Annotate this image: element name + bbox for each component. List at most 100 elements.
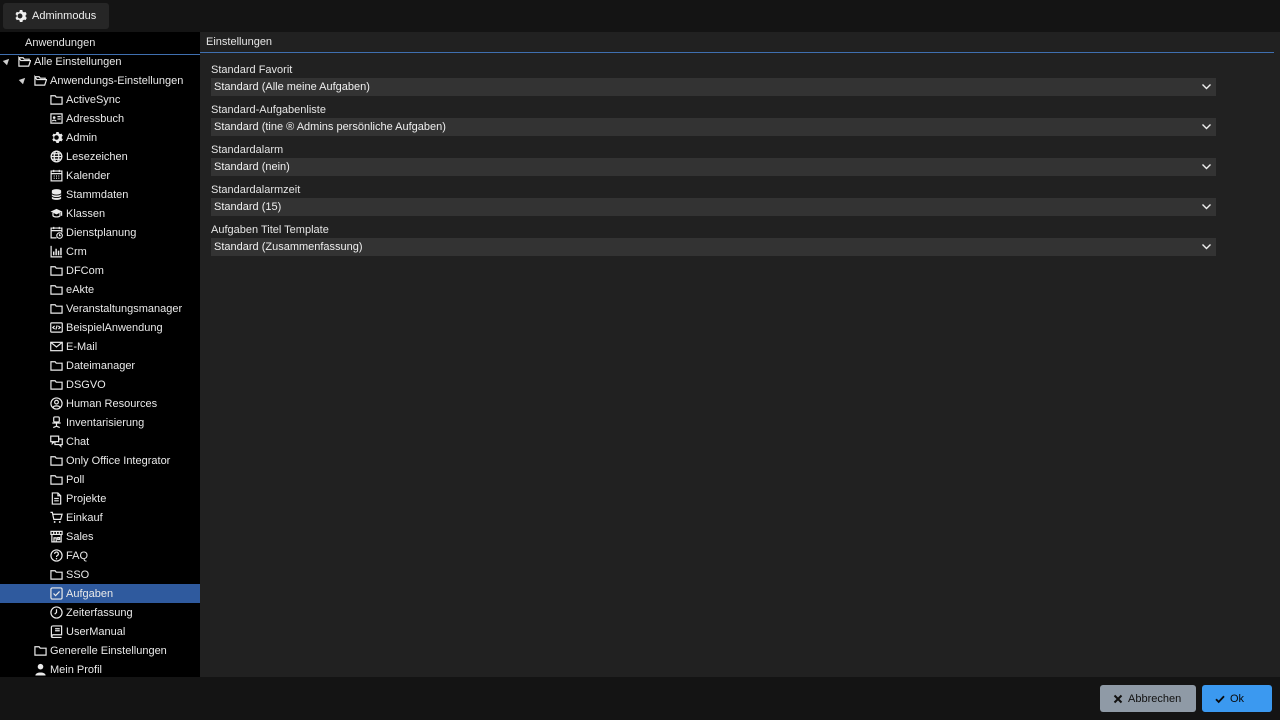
tree-item-anwendungs-einstellungen[interactable]: Anwendungs-Einstellungen xyxy=(0,71,200,90)
tree-item-label: FAQ xyxy=(66,549,89,562)
tree-item-label: Admin xyxy=(66,131,98,144)
sidebar-item-e-mail[interactable]: E-Mail xyxy=(0,337,200,356)
cancel-button[interactable]: Abbrechen xyxy=(1100,685,1196,712)
setting-select-standard-favorit[interactable]: Standard (Alle meine Aufgaben) xyxy=(211,78,1216,96)
sidebar-item-veranstaltungsmanager[interactable]: Veranstaltungsmanager xyxy=(0,299,200,318)
sidebar-item-kalender[interactable]: Kalender xyxy=(0,166,200,185)
sidebar-item-dsgvo[interactable]: DSGVO xyxy=(0,375,200,394)
sidebar-item-usermanual[interactable]: UserManual xyxy=(0,622,200,641)
tree-item-label: Projekte xyxy=(66,492,107,505)
tree-item-label: Only Office Integrator xyxy=(66,454,171,467)
setting-select-standard-aufgabenliste[interactable]: Standard (tine ® Admins persönliche Aufg… xyxy=(211,118,1216,136)
tree-item-label: Zeiterfassung xyxy=(66,606,133,619)
sidebar-item-poll[interactable]: Poll xyxy=(0,470,200,489)
sidebar-item-only-office-integrator[interactable]: Only Office Integrator xyxy=(0,451,200,470)
calendar-clock-icon xyxy=(49,225,63,239)
graduation-cap-icon xyxy=(49,206,63,220)
ok-button[interactable]: Ok xyxy=(1202,685,1272,712)
bar-chart-icon xyxy=(49,244,63,258)
sidebar-item-crm[interactable]: Crm xyxy=(0,242,200,261)
sidebar-item-adressbuch[interactable]: Adressbuch xyxy=(0,109,200,128)
office-chair-icon xyxy=(49,415,63,429)
sidebar-item-sales[interactable]: Sales xyxy=(0,527,200,546)
tree-expand-arrow-icon[interactable] xyxy=(2,56,12,66)
tree-item-label: BeispielAnwendung xyxy=(66,321,163,334)
setting-select-standardalarm[interactable]: Standard (nein) xyxy=(211,158,1216,176)
chevron-down-icon[interactable] xyxy=(1201,81,1212,92)
folder-open-icon xyxy=(33,73,47,87)
tree-item-label: Poll xyxy=(66,473,85,486)
chevron-down-icon[interactable] xyxy=(1201,241,1212,252)
tree-item-label: Stammdaten xyxy=(66,188,129,201)
tree-item-label: E-Mail xyxy=(66,340,98,353)
folder-icon xyxy=(49,377,63,391)
close-icon xyxy=(1113,694,1123,704)
tree-item-label: DSGVO xyxy=(66,378,106,391)
globe-icon xyxy=(49,149,63,163)
footer-bar: Abbrechen Ok xyxy=(0,677,1280,720)
folder-icon xyxy=(33,643,47,657)
admin-mode-button[interactable]: Adminmodus xyxy=(3,3,109,29)
sidebar-item-dfcom[interactable]: DFCom xyxy=(0,261,200,280)
setting-select-aufgaben-titel-template[interactable]: Standard (Zusammenfassung) xyxy=(211,238,1216,256)
tree-item-label: ActiveSync xyxy=(66,93,121,106)
main-panel: Einstellungen Standard Favorit Standard (… xyxy=(200,32,1280,677)
admin-mode-label: Adminmodus xyxy=(32,10,97,22)
sidebar-item-dienstplanung[interactable]: Dienstplanung xyxy=(0,223,200,242)
select-value: Standard (nein) xyxy=(214,161,290,173)
sidebar-item-activesync[interactable]: ActiveSync xyxy=(0,90,200,109)
shopping-cart-icon xyxy=(49,510,63,524)
sidebar-item-human-resources[interactable]: Human Resources xyxy=(0,394,200,413)
tree-item-label: UserManual xyxy=(66,625,126,638)
chevron-down-icon[interactable] xyxy=(1201,201,1212,212)
chevron-down-icon[interactable] xyxy=(1201,121,1212,132)
sidebar-item-beispielanwendung[interactable]: BeispielAnwendung xyxy=(0,318,200,337)
tree-item-label: Einkauf xyxy=(66,511,103,524)
question-circle-icon xyxy=(49,548,63,562)
code-window-icon xyxy=(49,320,63,334)
field-label: Standard Favorit xyxy=(211,64,293,76)
sidebar-item-sso[interactable]: SSO xyxy=(0,565,200,584)
checkmark-icon xyxy=(1215,694,1225,704)
document-icon xyxy=(49,491,63,505)
sidebar-item-zeiterfassung[interactable]: Zeiterfassung xyxy=(0,603,200,622)
setting-select-standardalarmzeit[interactable]: Standard (15) xyxy=(211,198,1216,216)
sidebar-item-chat[interactable]: Chat xyxy=(0,432,200,451)
cancel-label: Abbrechen xyxy=(1128,692,1182,705)
field-label: Standardalarm xyxy=(211,144,284,156)
folder-icon xyxy=(49,263,63,277)
setting-field-standardalarmzeit: Standardalarmzeit Standard (15) xyxy=(211,182,1216,216)
tree-expand-arrow-icon[interactable] xyxy=(18,75,28,85)
tree-item-label: Dateimanager xyxy=(66,359,136,372)
sidebar-item-dateimanager[interactable]: Dateimanager xyxy=(0,356,200,375)
sidebar-item-projekte[interactable]: Projekte xyxy=(0,489,200,508)
checkbox-icon xyxy=(49,586,63,600)
tree-item-label: Crm xyxy=(66,245,87,258)
tree-item-label: Generelle Einstellungen xyxy=(50,644,167,657)
sidebar-item-aufgaben[interactable]: Aufgaben xyxy=(0,584,200,603)
sidebar-item-inventarisierung[interactable]: Inventarisierung xyxy=(0,413,200,432)
sidebar-item-einkauf[interactable]: Einkauf xyxy=(0,508,200,527)
folder-icon xyxy=(49,472,63,486)
tree-item-label: Aufgaben xyxy=(66,587,114,600)
tree-item-label: Veranstaltungsmanager xyxy=(66,302,183,315)
sidebar-item-admin[interactable]: Admin xyxy=(0,128,200,147)
tree-item-generelle-einstellungen[interactable]: Generelle Einstellungen xyxy=(0,641,200,660)
folder-icon xyxy=(49,453,63,467)
sidebar-item-stammdaten[interactable]: Stammdaten xyxy=(0,185,200,204)
sidebar-item-faq[interactable]: FAQ xyxy=(0,546,200,565)
tree-item-label: Adressbuch xyxy=(66,112,125,125)
sidebar-item-klassen[interactable]: Klassen xyxy=(0,204,200,223)
sidebar: Anwendungen Alle Einstellungen Anwendungs… xyxy=(0,32,200,677)
sidebar-item-lesezeichen[interactable]: Lesezeichen xyxy=(0,147,200,166)
chevron-down-icon[interactable] xyxy=(1201,161,1212,172)
gear-icon xyxy=(49,130,63,144)
sidebar-item-eakte[interactable]: eAkte xyxy=(0,280,200,299)
user-circle-icon xyxy=(49,396,63,410)
book-icon xyxy=(49,624,63,638)
tree-item-label: Kalender xyxy=(66,169,111,182)
calendar-icon xyxy=(49,168,63,182)
tree-item-alle-einstellungen[interactable]: Alle Einstellungen xyxy=(0,52,200,71)
chat-icon xyxy=(49,434,63,448)
envelope-icon xyxy=(49,339,63,353)
